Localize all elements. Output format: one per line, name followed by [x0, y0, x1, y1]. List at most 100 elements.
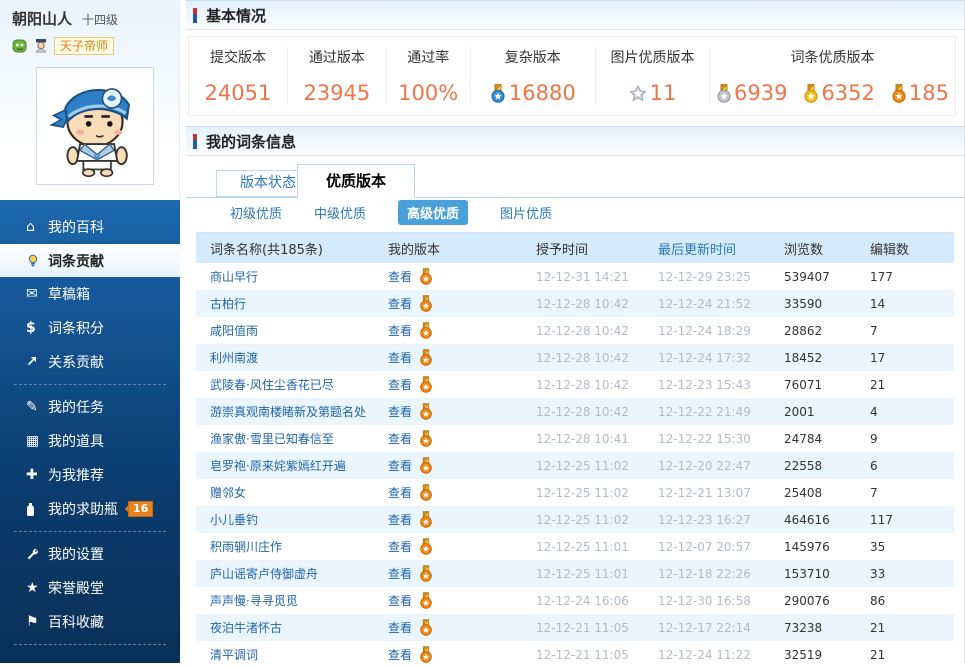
granted-time: 12-12-28 10:42	[536, 296, 629, 311]
table-row: 皂罗袍·原来姹紫嫣红开遍 查看 12-12-25 11:02 12-12-20 …	[196, 452, 954, 479]
sidebar-item-label: 我的道具	[48, 434, 104, 450]
col-my-version: 我的版本	[388, 242, 441, 258]
help-bottle-badge: 16	[128, 501, 154, 517]
granted-time: 12-12-24 16:06	[536, 593, 629, 608]
sidebar-item-my-settings[interactable]: 我的设置	[0, 537, 180, 571]
edit-count: 17	[870, 350, 886, 365]
col-edit-count: 编辑数	[870, 242, 910, 258]
view-link[interactable]: 查看	[388, 484, 412, 501]
avatar[interactable]	[36, 67, 154, 185]
view-count: 33590	[784, 296, 823, 311]
sidebar-item-hall-of-honor[interactable]: ★ 荣誉殿堂	[0, 571, 180, 605]
basic-info-title: 基本情况	[206, 6, 267, 25]
view-link[interactable]: 查看	[388, 565, 412, 582]
entry-link[interactable]: 咸阳值雨	[196, 322, 388, 339]
tab-quality-versions[interactable]: 优质版本	[297, 164, 416, 198]
view-link[interactable]: 查看	[388, 268, 412, 285]
subtab-junior-quality[interactable]: 初级优质	[230, 203, 282, 222]
entry-link[interactable]: 武陵春·风住尘香花已尽	[196, 376, 388, 393]
coin-icon: $	[26, 320, 36, 336]
subtab-image-quality[interactable]: 图片优质	[500, 203, 552, 222]
green-mascot-icon	[12, 39, 27, 53]
view-link[interactable]: 查看	[388, 646, 412, 663]
stat-entry-quality: 词条优质版本 6939 6352 185	[710, 47, 955, 105]
quality-medal-icon	[420, 295, 432, 312]
granted-time: 12-12-25 11:01	[536, 566, 629, 581]
table-row: 小儿垂钓 查看 12-12-25 11:02 12-12-23 16:27 46…	[196, 506, 954, 533]
bookmark-icon: ⚑	[26, 614, 39, 630]
quality-medal-icon	[420, 349, 432, 366]
user-level: 十四级	[82, 13, 119, 27]
quality-medal-icon	[420, 565, 432, 582]
sidebar-item-label: 我的百科	[48, 220, 104, 236]
sidebar-item-relation-contribution[interactable]: ↗ 关系贡献	[0, 345, 180, 379]
view-link[interactable]: 查看	[388, 430, 412, 447]
bronze-medal-count: 185	[908, 81, 949, 105]
table-row: 渔家傲·雪里已知春信至 查看 12-12-28 10:41 12-12-22 1…	[196, 425, 954, 452]
view-link[interactable]: 查看	[388, 457, 412, 474]
view-count: 464616	[784, 512, 830, 527]
quality-medal-icon	[420, 538, 432, 555]
entries-table: 词条名称(共185条) 我的版本 授予时间 最后更新时间 浏览数 编辑数 商山早…	[196, 232, 954, 668]
edit-count: 177	[870, 269, 893, 284]
sidebar-item-label: 草稿箱	[48, 287, 90, 303]
avatar-image	[49, 88, 131, 178]
view-link[interactable]: 查看	[388, 322, 412, 339]
entry-link[interactable]: 积雨辋川庄作	[196, 538, 388, 555]
entry-link[interactable]: 清平调词	[196, 646, 388, 663]
stat-complex: 复杂版本 16880	[471, 47, 596, 105]
entry-link[interactable]: 商山早行	[196, 268, 388, 285]
menu-divider	[14, 384, 166, 385]
sidebar-item-my-props[interactable]: ▦ 我的道具	[0, 424, 180, 458]
sidebar-item-drafts[interactable]: ✉ 草稿箱	[0, 277, 180, 311]
sidebar-item-help-bottle[interactable]: 我的求助瓶 16	[0, 492, 180, 526]
entry-link[interactable]: 皂罗袍·原来姹紫嫣红开遍	[196, 457, 388, 474]
entry-link[interactable]: 小儿垂钓	[196, 511, 388, 528]
entry-link[interactable]: 庐山谣寄卢侍御虚舟	[196, 565, 388, 582]
view-link[interactable]: 查看	[388, 349, 412, 366]
view-link[interactable]: 查看	[388, 376, 412, 393]
view-count: 290076	[784, 593, 830, 608]
view-link[interactable]: 查看	[388, 295, 412, 312]
col-last-updated[interactable]: 最后更新时间	[658, 239, 784, 258]
subtab-intermediate-quality[interactable]: 中级优质	[314, 203, 366, 222]
quality-medal-icon	[420, 457, 432, 474]
sidebar-item-label: 词条积分	[48, 321, 104, 337]
sidebar-item-label: 荣誉殿堂	[48, 581, 104, 597]
entry-link[interactable]: 游崇真观南楼睹新及第题名处	[196, 403, 388, 420]
entry-link[interactable]: 古柏行	[196, 295, 388, 312]
entry-link[interactable]: 渔家傲·雪里已知春信至	[196, 430, 388, 447]
stat-image-quality-value: 11	[649, 81, 677, 105]
recommend-icon: ✚	[26, 467, 38, 483]
entry-link[interactable]: 赠邻女	[196, 484, 388, 501]
view-count: 32519	[784, 647, 823, 662]
updated-time: 12-12-24 18:29	[658, 323, 751, 338]
view-link[interactable]: 查看	[388, 511, 412, 528]
props-icon: ▦	[26, 433, 40, 449]
stat-complex-value: 16880	[508, 81, 576, 105]
col-view-count: 浏览数	[784, 242, 824, 258]
view-count: 25408	[784, 485, 823, 500]
sidebar-item-my-tasks[interactable]: ✎ 我的任务	[0, 390, 180, 424]
granted-time: 12-12-25 11:01	[536, 539, 629, 554]
view-link[interactable]: 查看	[388, 538, 412, 555]
sidebar-item-recommended[interactable]: ✚ 为我推荐	[0, 458, 180, 492]
view-count: 24784	[784, 431, 823, 446]
subtab-senior-quality[interactable]: 高级优质	[398, 200, 469, 225]
entry-link[interactable]: 声声慢·寻寻觅觅	[196, 592, 388, 609]
edit-count: 33	[870, 566, 886, 581]
sidebar-item-baike-favorites[interactable]: ⚑ 百科收藏	[0, 605, 180, 639]
entry-link[interactable]: 夜泊牛渚怀古	[196, 619, 388, 636]
entry-link[interactable]: 利州南渡	[196, 349, 388, 366]
sidebar-item-label: 我的设置	[48, 547, 104, 563]
section-marker	[193, 7, 197, 23]
stat-approved: 通过版本 23945	[288, 47, 387, 105]
granted-time: 12-12-28 10:42	[536, 323, 629, 338]
view-link[interactable]: 查看	[388, 592, 412, 609]
sidebar-item-my-baike[interactable]: ⌂ 我的百科	[0, 210, 180, 244]
sidebar-item-entry-points[interactable]: $ 词条积分	[0, 311, 180, 345]
col-entry-name: 词条名称(共185条)	[210, 242, 323, 258]
view-link[interactable]: 查看	[388, 619, 412, 636]
view-link[interactable]: 查看	[388, 403, 412, 420]
sidebar-item-entry-contribution[interactable]: 词条贡献	[0, 244, 180, 277]
